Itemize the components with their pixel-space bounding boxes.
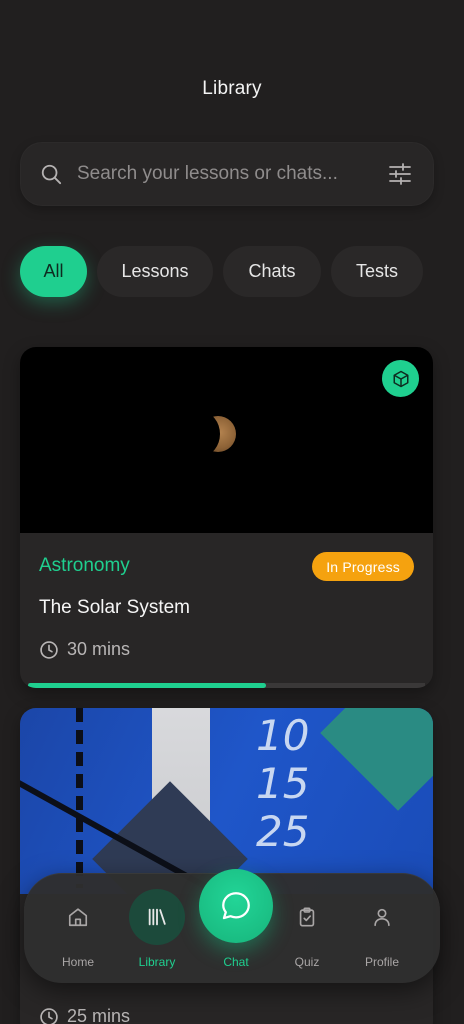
filter-chips: All Lessons Chats Tests (20, 246, 423, 297)
user-icon (374, 908, 390, 927)
nav-label: Library (138, 955, 176, 969)
clock-icon (40, 1007, 58, 1024)
duration-text: 30 mins (67, 639, 131, 659)
filter-chip-tests[interactable]: Tests (331, 246, 423, 297)
cube-icon (393, 370, 408, 387)
clock-icon (40, 640, 58, 659)
nav-label: Quiz (294, 955, 320, 969)
card-title: The Solar System (39, 597, 190, 618)
filter-chip-chats[interactable]: Chats (223, 246, 321, 297)
progress-fill (28, 683, 267, 688)
filter-chip-lessons[interactable]: Lessons (97, 246, 213, 297)
search-icon (41, 164, 62, 185)
filter-sliders-icon[interactable] (388, 162, 412, 186)
nav-label: Profile (364, 955, 399, 969)
progress-bar (28, 683, 425, 688)
status-badge: In Progress (312, 552, 414, 581)
card-duration: 25 mins (39, 1006, 130, 1024)
card-duration: 30 mins (39, 639, 130, 660)
search-input[interactable] (77, 163, 388, 185)
home-icon (68, 908, 88, 927)
moon-image (200, 416, 250, 452)
lesson-type-badge (382, 360, 419, 397)
library-icon (148, 908, 166, 926)
nav-item-library[interactable]: Library (122, 873, 192, 983)
nav-label: Chat (223, 955, 249, 969)
bottom-navigation: Home Library Chat Quiz Profile (24, 869, 440, 983)
nav-item-quiz[interactable]: Quiz (272, 873, 342, 983)
nav-item-profile[interactable]: Profile (347, 873, 417, 983)
search-bar[interactable] (20, 142, 434, 206)
page-title: Library (202, 78, 262, 99)
clipboard-check-icon (299, 907, 315, 927)
nav-item-home[interactable]: Home (43, 873, 113, 983)
nav-item-chat[interactable]: Chat (199, 869, 273, 983)
chat-icon (222, 892, 250, 920)
filter-chip-all[interactable]: All (20, 246, 87, 297)
duration-text: 25 mins (67, 1006, 131, 1024)
lesson-card[interactable]: Astronomy In Progress The Solar System 3… (20, 347, 433, 688)
card-image-moon (20, 347, 433, 533)
handwritten-numbers: 10 15 25 (256, 711, 310, 856)
card-image-handwriting: 10 15 25 (20, 708, 433, 894)
nav-label: Home (61, 955, 94, 969)
card-subject: Astronomy (39, 555, 130, 576)
